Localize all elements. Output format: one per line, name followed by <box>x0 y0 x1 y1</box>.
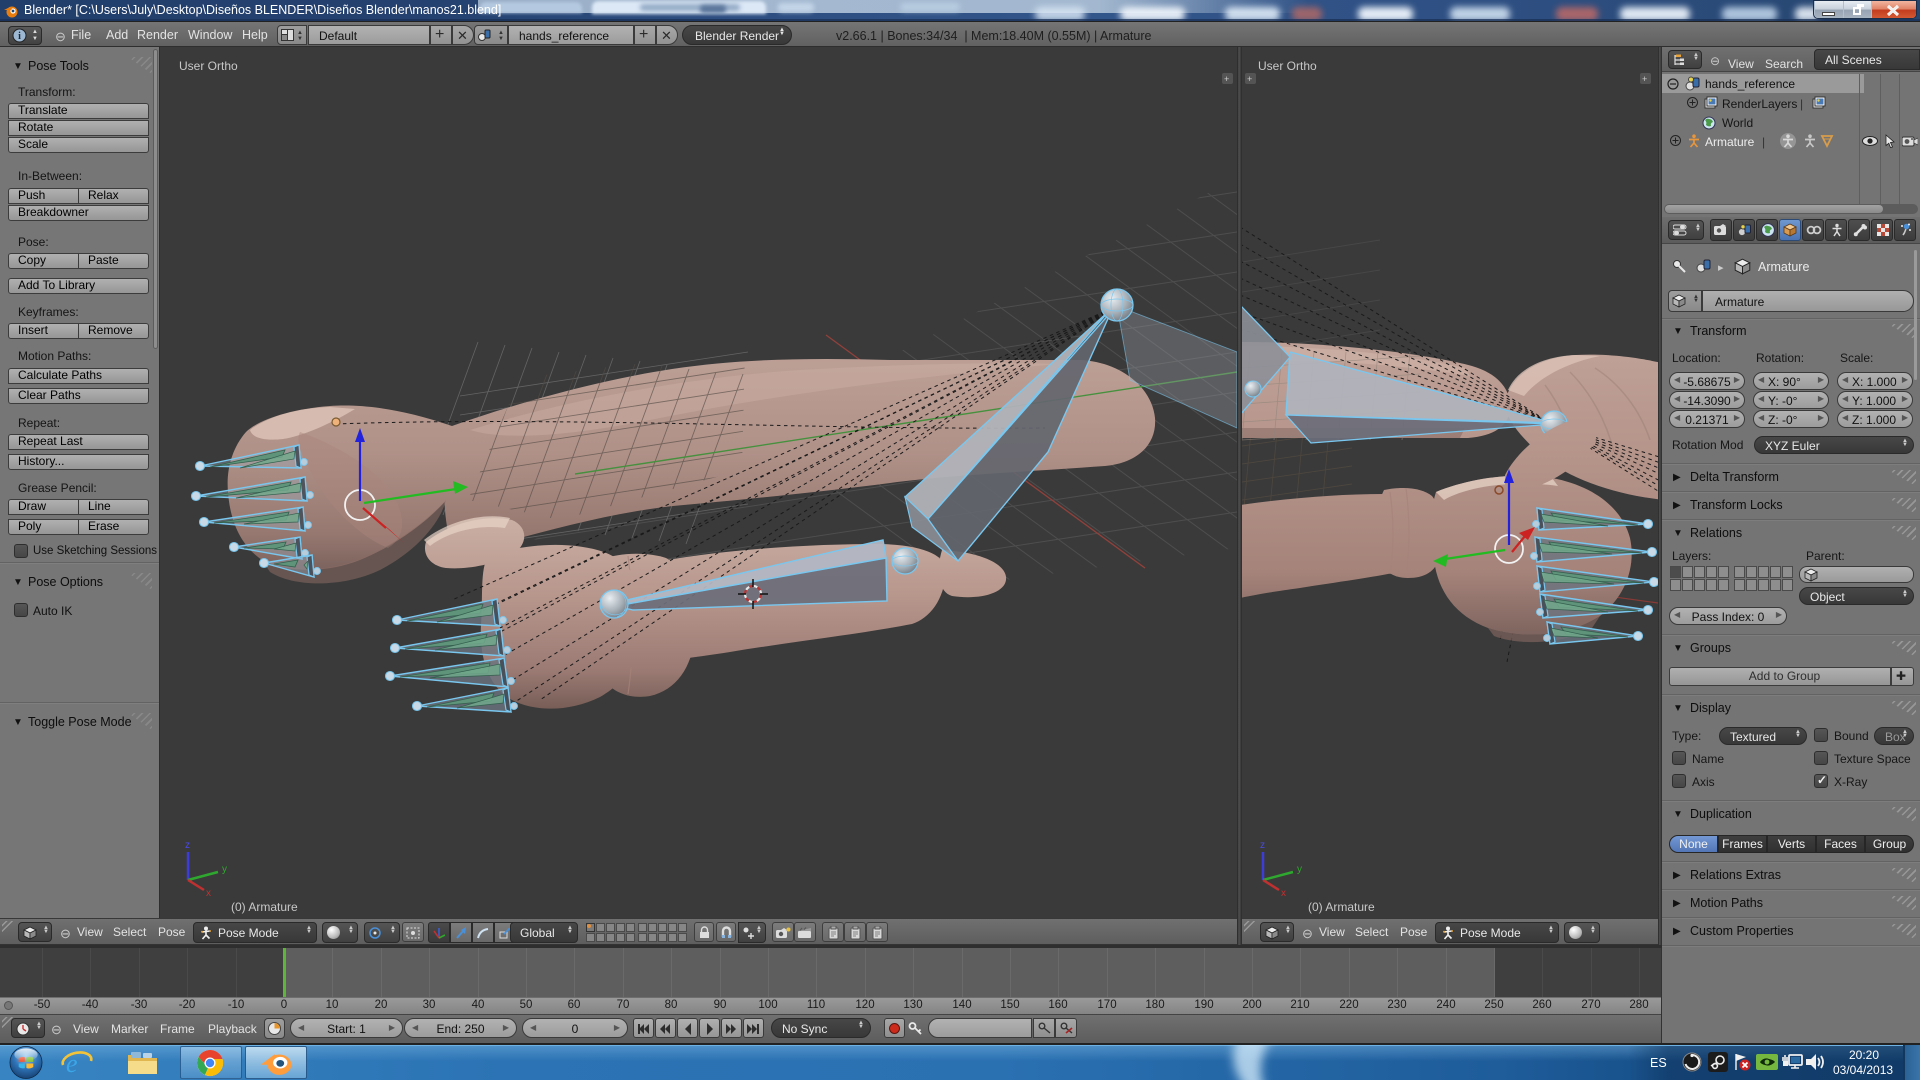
svg-text:x: x <box>206 888 211 899</box>
svg-text:(0) Armature: (0) Armature <box>1308 900 1375 914</box>
svg-text:z: z <box>185 840 190 851</box>
svg-text:x: x <box>1281 888 1286 899</box>
svg-text:y: y <box>1297 864 1302 875</box>
svg-text:z: z <box>1260 840 1265 851</box>
svg-text:(0) Armature: (0) Armature <box>231 900 298 914</box>
svg-text:+: + <box>1224 74 1229 84</box>
svg-text:+: + <box>1247 74 1252 84</box>
svg-text:y: y <box>222 864 227 875</box>
svg-text:+: + <box>1642 74 1647 84</box>
svg-text:i: i <box>18 31 21 42</box>
svg-text:User Ortho: User Ortho <box>179 59 238 73</box>
svg-text:User Ortho: User Ortho <box>1258 59 1317 73</box>
